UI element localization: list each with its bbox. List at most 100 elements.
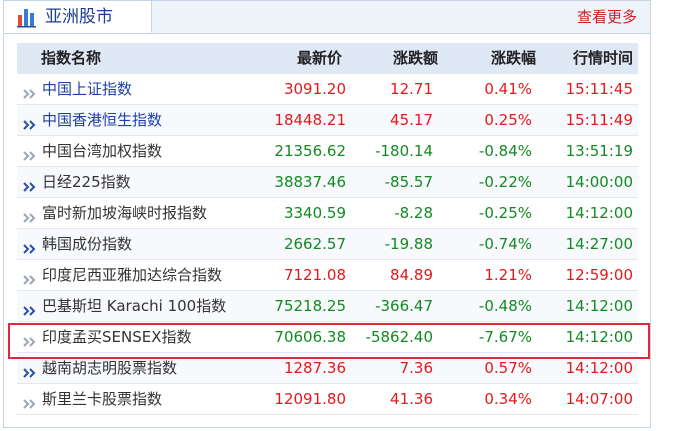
latest-price: 38837.46 [274,173,346,191]
table-header: 指数名称 最新价 涨跌额 涨跌幅 行情时间 [17,43,638,74]
index-name[interactable]: 中国上证指数 [42,80,132,98]
index-name[interactable]: 日经225指数 [42,173,131,191]
double-chevron-right-icon [22,329,42,347]
percent-change: 0.25% [484,111,532,129]
double-chevron-right-icon [22,174,42,192]
quote-time: 14:12:00 [565,204,633,222]
price-change: -8.28 [394,204,433,222]
price-change: -85.57 [384,173,433,191]
latest-price: 12091.80 [274,390,346,408]
quote-time: 14:27:00 [565,235,633,253]
panel-tab[interactable]: 亚洲股市 [3,0,152,33]
latest-price: 1287.36 [283,359,346,377]
quote-time: 14:07:00 [565,390,633,408]
percent-change: -0.74% [478,235,532,253]
bar-chart-icon [16,6,38,28]
latest-price: 75218.25 [274,297,346,315]
row-name-cell[interactable]: 印度孟买SENSEX指数 [22,322,192,353]
latest-price: 18448.21 [274,111,346,129]
percent-change: -0.25% [478,204,532,222]
row-name-cell[interactable]: 富时新加坡海峡时报指数 [22,198,207,229]
quote-time: 13:51:19 [565,142,633,160]
percent-change: -0.22% [478,173,532,191]
price-change: -5862.40 [365,328,433,346]
row-name-cell[interactable]: 中国上证指数 [22,74,132,105]
table-row[interactable]: 印度孟买SENSEX指数 70606.38 -5862.40 -7.67% 14:12:… [17,322,638,353]
header-percent: 涨跌幅 [490,49,536,67]
table-row[interactable]: 越南胡志明股票指数 1287.36 7.36 0.57% 14:12:00 [17,353,638,384]
percent-change: -0.48% [478,297,532,315]
header-price: 最新价 [296,49,342,67]
row-name-cell[interactable]: 越南胡志明股票指数 [22,353,177,384]
double-chevron-right-icon [22,205,42,223]
row-name-cell[interactable]: 韩国成份指数 [22,229,132,260]
latest-price: 70606.38 [274,328,346,346]
price-change: 12.71 [390,80,433,98]
latest-price: 3091.20 [283,80,346,98]
quote-time: 14:00:00 [565,173,633,191]
panel-header: 亚洲股市 查看更多 [3,0,650,34]
double-chevron-right-icon [22,112,42,130]
price-change: 7.36 [399,359,433,377]
latest-price: 7121.08 [283,266,346,284]
index-name[interactable]: 斯里兰卡股票指数 [42,390,162,408]
index-name[interactable]: 巴基斯坦 Karachi 100指数 [42,297,226,315]
quote-time: 14:12:00 [565,328,633,346]
double-chevron-right-icon [22,298,42,316]
latest-price: 2662.57 [283,235,346,253]
table-row[interactable]: 韩国成份指数 2662.57 -19.88 -0.74% 14:27:00 [17,229,638,260]
index-name[interactable]: 韩国成份指数 [42,235,132,253]
header-time: 行情时间 [572,49,633,67]
double-chevron-right-icon [22,236,42,254]
row-name-cell[interactable]: 中国香港恒生指数 [22,105,162,136]
row-name-cell[interactable]: 日经225指数 [22,167,131,198]
double-chevron-right-icon [22,391,42,409]
double-chevron-right-icon [22,143,42,161]
row-name-cell[interactable]: 巴基斯坦 Karachi 100指数 [22,291,226,322]
table-body: 中国上证指数 3091.20 12.71 0.41% 15:11:45 中国香港恒生指数 1… [17,74,638,415]
table-row[interactable]: 日经225指数 38837.46 -85.57 -0.22% 14:00:00 [17,167,638,198]
percent-change: 1.21% [484,266,532,284]
index-name[interactable]: 富时新加坡海峡时报指数 [42,204,207,222]
double-chevron-right-icon [22,360,42,378]
price-change: 45.17 [390,111,433,129]
header-name: 指数名称 [41,49,102,67]
latest-price: 21356.62 [274,142,346,160]
price-change: -366.47 [375,297,433,315]
index-name[interactable]: 中国台湾加权指数 [42,142,162,160]
table-row[interactable]: 富时新加坡海峡时报指数 3340.59 -8.28 -0.25% 14:12:00 [17,198,638,229]
quote-time: 15:11:45 [565,80,633,98]
percent-change: 0.41% [484,80,532,98]
latest-price: 3340.59 [283,204,346,222]
table-row[interactable]: 中国香港恒生指数 18448.21 45.17 0.25% 15:11:49 [17,105,638,136]
quote-time: 14:12:00 [565,359,633,377]
quote-time: 14:12:00 [565,297,633,315]
row-name-cell[interactable]: 印度尼西亚雅加达综合指数 [22,260,222,291]
quote-time: 15:11:49 [565,111,633,129]
double-chevron-right-icon [22,81,42,99]
header-change: 涨跌额 [392,49,438,67]
price-change: -19.88 [384,235,433,253]
percent-change: -0.84% [478,142,532,160]
percent-change: 0.57% [484,359,532,377]
index-name[interactable]: 越南胡志明股票指数 [42,359,177,377]
view-more-link[interactable]: 查看更多 [577,7,637,27]
table-row[interactable]: 巴基斯坦 Karachi 100指数 75218.25 -366.47 -0.48% 1… [17,291,638,322]
percent-change: -7.67% [478,328,532,346]
row-name-cell[interactable]: 斯里兰卡股票指数 [22,384,162,415]
index-table: 指数名称 最新价 涨跌额 涨跌幅 行情时间 中国上证指数 3091.20 12.71… [17,43,638,415]
table-row[interactable]: 中国台湾加权指数 21356.62 -180.14 -0.84% 13:51:19 [17,136,638,167]
index-name[interactable]: 印度尼西亚雅加达综合指数 [42,266,222,284]
price-change: 84.89 [390,266,433,284]
table-row[interactable]: 中国上证指数 3091.20 12.71 0.41% 15:11:45 [17,74,638,105]
row-name-cell[interactable]: 中国台湾加权指数 [22,136,162,167]
price-change: 41.36 [390,390,433,408]
panel-title: 亚洲股市 [45,7,113,27]
index-name[interactable]: 中国香港恒生指数 [42,111,162,129]
table-row[interactable]: 印度尼西亚雅加达综合指数 7121.08 84.89 1.21% 12:59:00 [17,260,638,291]
table-row[interactable]: 斯里兰卡股票指数 12091.80 41.36 0.34% 14:07:00 [17,384,638,415]
price-change: -180.14 [375,142,433,160]
double-chevron-right-icon [22,267,42,285]
index-name[interactable]: 印度孟买SENSEX指数 [42,328,192,346]
quote-time: 12:59:00 [565,266,633,284]
